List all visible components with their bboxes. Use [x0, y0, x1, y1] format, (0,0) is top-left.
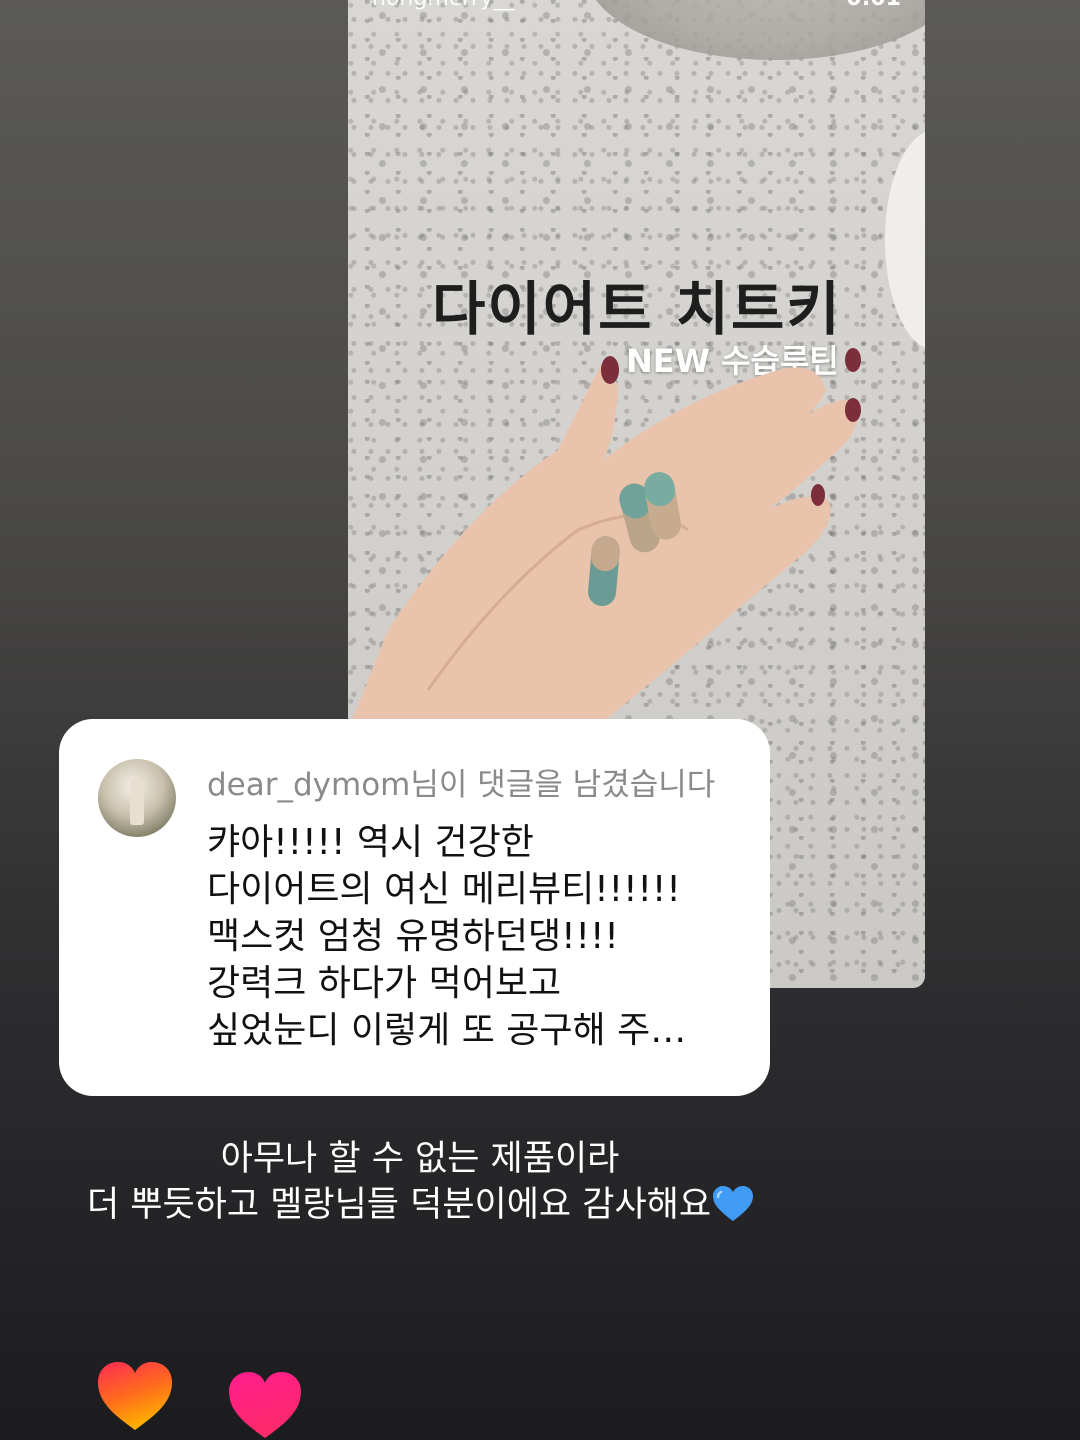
avatar-figure — [130, 777, 144, 825]
comment-line: 캬아!!!!! 역시 건강한 — [207, 822, 534, 863]
heart-icon[interactable] — [98, 1362, 172, 1432]
comment-line: 강력크 하다가 먹어보고 — [207, 963, 562, 1004]
story-caption: 아무나 할 수 없는 제품이라 더 뿌듯하고 멜랑님들 덕분이에요 감사해요 — [0, 1136, 840, 1228]
blue-heart-icon — [713, 1186, 754, 1221]
caption-line: 더 뿌듯하고 멜랑님들 덕분이에요 감사해요 — [86, 1185, 712, 1225]
comment-body: 캬아!!!!! 역시 건강한 다이어트의 여신 메리뷰티!!!!!! 맥스컷 엄… — [207, 819, 686, 1054]
comment-sticker[interactable]: dear_dymom님이 댓글을 남겼습니다 캬아!!!!! 역시 건강한 다이… — [59, 719, 770, 1096]
cup-background — [885, 130, 925, 350]
comment-line: 싶었눈디 이렇게 또 공구해 주… — [207, 1010, 687, 1051]
video-timestamp: 0:01 — [846, 0, 901, 11]
comment-header: dear_dymom님이 댓글을 남겼습니다 — [207, 767, 716, 803]
comment-line: 다이어트의 여신 메리뷰티!!!!!! — [207, 869, 681, 910]
comment-line: 맥스컷 엄청 유명하던댕!!!! — [207, 916, 619, 957]
heart-icon[interactable] — [228, 1372, 302, 1440]
caption-line-with-emoji: 더 뿌듯하고 멜랑님들 덕분이에요 감사해요 — [0, 1182, 840, 1228]
hand-with-capsules-image — [348, 348, 861, 750]
caption-line: 아무나 할 수 없는 제품이라 — [220, 1139, 620, 1179]
avatar[interactable] — [98, 759, 176, 837]
video-handle: hongmerry__ — [372, 0, 515, 11]
